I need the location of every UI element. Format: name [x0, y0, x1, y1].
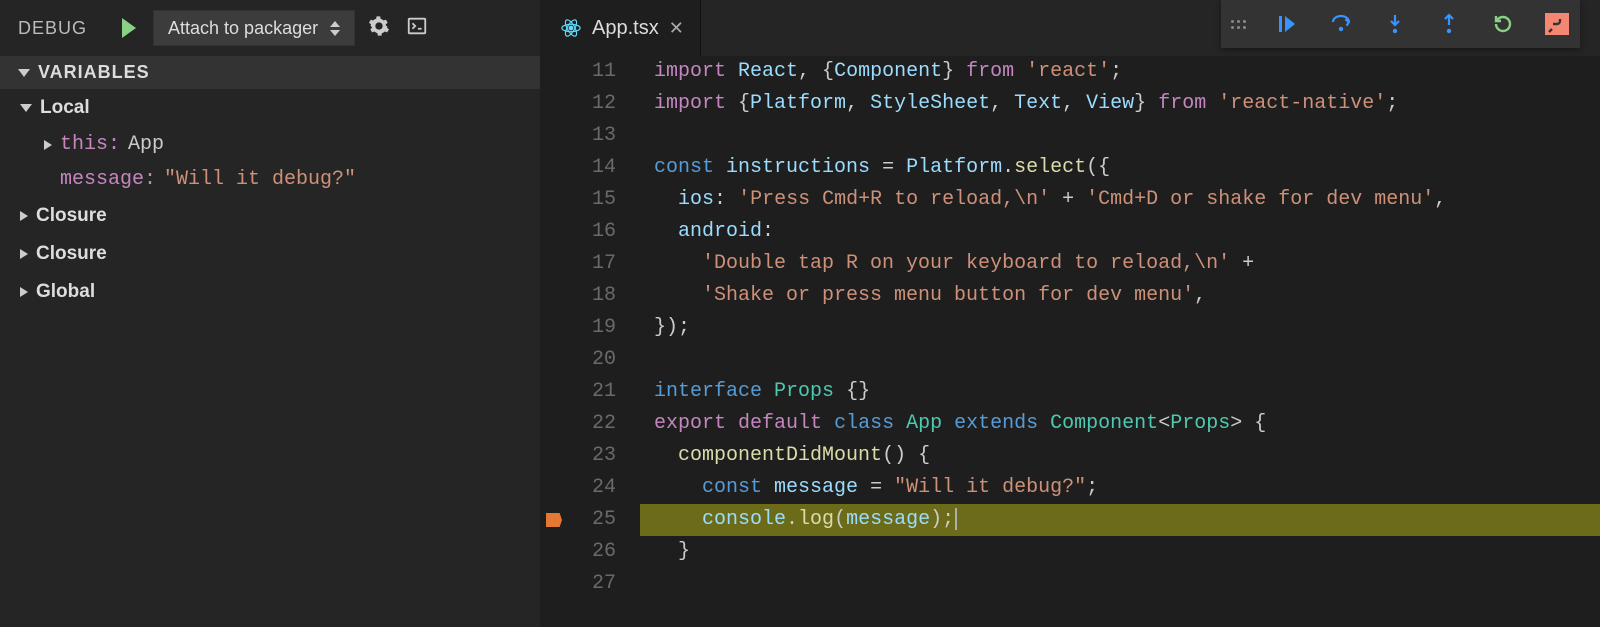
line-number[interactable]: 20 [540, 344, 616, 376]
variables-section-header[interactable]: VARIABLES [0, 56, 540, 89]
debug-sidebar: DEBUG Attach to packager VARIABLES Local… [0, 0, 540, 627]
scope-closure[interactable]: Closure [0, 197, 540, 235]
toolbar-drag-handle[interactable] [1231, 20, 1246, 29]
scope-closure[interactable]: Closure [0, 235, 540, 273]
step-over-button[interactable] [1328, 12, 1354, 36]
code-line[interactable]: } [640, 536, 1600, 568]
line-number[interactable]: 27 [540, 568, 616, 600]
code-line[interactable]: import {Platform, StyleSheet, Text, View… [640, 88, 1600, 120]
line-number[interactable]: 11 [540, 56, 616, 88]
editor-body[interactable]: 1112131415161718192021222324252627 impor… [540, 56, 1600, 627]
line-number[interactable]: 14 [540, 152, 616, 184]
scope-local[interactable]: Local [0, 89, 540, 127]
scope-label: Global [36, 281, 95, 303]
cursor [955, 508, 957, 530]
scope-label: Closure [36, 205, 107, 227]
start-debug-button[interactable] [115, 18, 143, 38]
line-number[interactable]: 17 [540, 248, 616, 280]
restart-button[interactable] [1490, 12, 1516, 36]
line-number[interactable]: 26 [540, 536, 616, 568]
variable-name: message: [60, 168, 156, 191]
breakpoint-icon[interactable] [546, 513, 562, 527]
chevron-right-icon [20, 287, 28, 297]
code-line[interactable]: componentDidMount() { [640, 440, 1600, 472]
code-line[interactable]: ios: 'Press Cmd+R to reload,\n' + 'Cmd+D… [640, 184, 1600, 216]
play-icon [122, 18, 136, 38]
code-line[interactable]: interface Props {} [640, 376, 1600, 408]
variable-name: this: [60, 133, 120, 156]
chevron-right-icon [20, 249, 28, 259]
code-line[interactable] [640, 344, 1600, 376]
code-area[interactable]: import React, {Component} from 'react';i… [640, 56, 1600, 627]
scope-label: Closure [36, 243, 107, 265]
step-out-button[interactable] [1436, 12, 1462, 36]
step-into-button[interactable] [1382, 12, 1408, 36]
line-number[interactable]: 18 [540, 280, 616, 312]
variables-section-label: VARIABLES [38, 62, 150, 83]
react-icon [560, 17, 582, 39]
line-gutter: 1112131415161718192021222324252627 [540, 56, 640, 627]
select-caret-icon [330, 21, 340, 36]
line-number[interactable]: 15 [540, 184, 616, 216]
code-line[interactable]: const instructions = Platform.select({ [640, 152, 1600, 184]
debug-config-select[interactable]: Attach to packager [153, 10, 355, 46]
line-number[interactable]: 24 [540, 472, 616, 504]
variable-value: "Will it debug?" [164, 168, 356, 191]
debug-toolbar [1221, 0, 1580, 48]
tab-app-tsx[interactable]: App.tsx ✕ [540, 0, 701, 56]
code-line[interactable]: console.log(message); [640, 504, 1600, 536]
line-number[interactable]: 23 [540, 440, 616, 472]
variable-value: App [128, 133, 164, 156]
code-line[interactable]: const message = "Will it debug?"; [640, 472, 1600, 504]
scope-label: Local [40, 97, 90, 119]
continue-button[interactable] [1274, 12, 1300, 36]
chevron-down-icon [18, 69, 30, 77]
scopes-list: Localthis: Appmessage: "Will it debug?"C… [0, 89, 540, 311]
code-line[interactable]: }); [640, 312, 1600, 344]
chevron-right-icon [20, 211, 28, 221]
debug-config-label: Attach to packager [168, 18, 318, 39]
tab-filename: App.tsx [592, 17, 659, 40]
gear-icon[interactable] [365, 15, 393, 42]
scope-global[interactable]: Global [0, 273, 540, 311]
code-line[interactable]: 'Shake or press menu button for dev menu… [640, 280, 1600, 312]
line-number[interactable]: 22 [540, 408, 616, 440]
line-number[interactable]: 16 [540, 216, 616, 248]
line-number[interactable]: 19 [540, 312, 616, 344]
variable-row[interactable]: message: "Will it debug?" [0, 162, 540, 197]
code-line[interactable]: android: [640, 216, 1600, 248]
code-line[interactable] [640, 120, 1600, 152]
code-line[interactable]: 'Double tap R on your keyboard to reload… [640, 248, 1600, 280]
chevron-down-icon [20, 104, 32, 112]
debug-title: DEBUG [18, 18, 87, 39]
debug-header: DEBUG Attach to packager [0, 0, 540, 56]
disconnect-icon [1545, 13, 1569, 35]
code-line[interactable]: export default class App extends Compone… [640, 408, 1600, 440]
line-number[interactable]: 12 [540, 88, 616, 120]
disconnect-button[interactable] [1544, 13, 1570, 35]
chevron-right-icon [44, 140, 52, 150]
close-icon[interactable]: ✕ [669, 18, 684, 39]
code-line[interactable] [640, 568, 1600, 600]
line-number[interactable]: 13 [540, 120, 616, 152]
line-number[interactable]: 21 [540, 376, 616, 408]
debug-console-icon[interactable] [403, 15, 431, 42]
variable-row[interactable]: this: App [0, 127, 540, 162]
editor-pane: App.tsx ✕ 111213141516171819202122232425… [540, 0, 1600, 627]
code-line[interactable]: import React, {Component} from 'react'; [640, 56, 1600, 88]
